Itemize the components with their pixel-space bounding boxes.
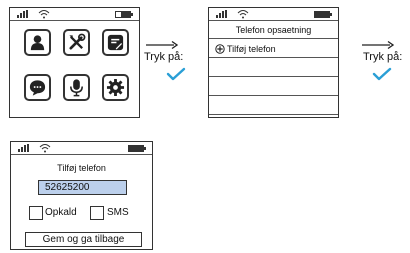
battery-icon <box>128 145 146 152</box>
status-bar <box>209 8 338 21</box>
sms-checkbox-label: SMS <box>107 207 129 218</box>
step-arrow <box>146 40 178 50</box>
status-bar <box>10 8 139 21</box>
menu-row-empty <box>209 78 338 96</box>
menu-item-add-phone[interactable]: Tilføj telefon <box>209 40 338 58</box>
microphone-app-button[interactable] <box>63 74 90 101</box>
signal-icon <box>18 144 29 152</box>
wifi-icon <box>237 10 249 19</box>
contacts-app-button[interactable] <box>24 29 51 56</box>
sms-checkbox[interactable] <box>90 206 104 220</box>
battery-icon <box>115 11 133 18</box>
menu-row-empty <box>209 97 338 115</box>
menu-row-empty <box>209 59 338 77</box>
battery-icon <box>314 11 332 18</box>
step-arrow <box>362 40 394 50</box>
status-bar <box>11 142 152 155</box>
signal-icon <box>216 10 227 18</box>
person-icon <box>30 35 45 51</box>
messages-app-button[interactable] <box>102 29 129 56</box>
step-instruction: Tryk på: <box>363 51 403 63</box>
checkmark-icon <box>372 67 392 81</box>
screen-title: Tilføj telefon <box>57 163 106 173</box>
signal-icon <box>17 10 28 18</box>
tools-icon <box>69 33 86 50</box>
chat-bubble-icon <box>29 80 46 96</box>
wifi-icon <box>39 144 51 153</box>
add-phone-screen: Tilføj telefon 52625200 Opkald SMS Gem o… <box>10 141 153 250</box>
edit-message-icon <box>107 34 124 51</box>
call-checkbox-label: Opkald <box>45 207 77 218</box>
menu-item-label: Tilføj telefon <box>227 43 276 54</box>
call-checkbox[interactable] <box>29 206 43 220</box>
plus-circle-icon <box>215 43 225 54</box>
gear-icon <box>106 78 125 97</box>
save-and-back-button[interactable]: Gem og ga tilbage <box>25 232 142 247</box>
home-screen <box>9 7 140 118</box>
settings-app-button[interactable] <box>102 74 129 101</box>
checkmark-icon <box>166 67 186 81</box>
microphone-icon <box>70 79 83 97</box>
wifi-icon <box>38 10 50 19</box>
step-instruction: Tryk på: <box>144 51 184 63</box>
phone-number-input[interactable]: 52625200 <box>38 180 127 195</box>
chat-app-button[interactable] <box>24 74 51 101</box>
screen-title: Telefon opsaetning <box>209 22 338 39</box>
phone-settings-screen: Telefon opsaetning Tilføj telefon <box>208 7 339 118</box>
tools-app-button[interactable] <box>63 29 90 56</box>
